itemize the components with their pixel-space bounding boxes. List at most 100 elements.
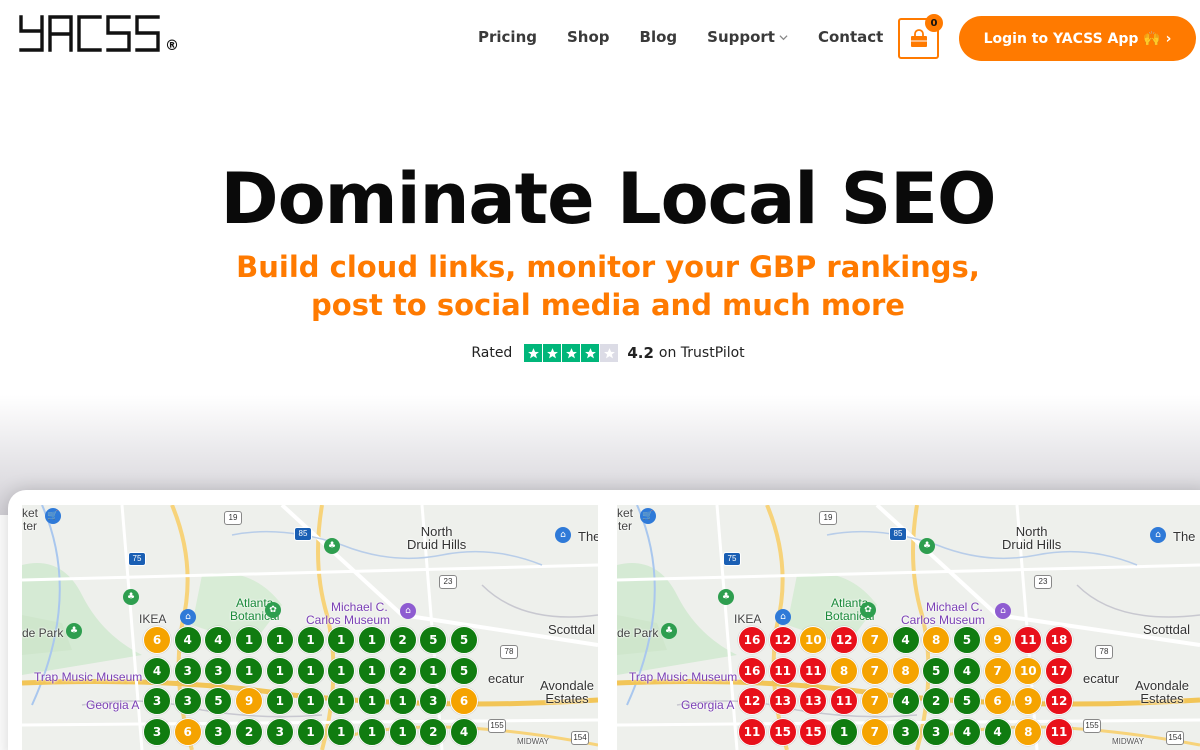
- rank-marker[interactable]: 3: [173, 687, 202, 716]
- rank-marker[interactable]: 7: [860, 626, 889, 654]
- rank-marker[interactable]: 8: [830, 656, 859, 685]
- rank-marker[interactable]: 11: [1045, 718, 1073, 747]
- rank-marker[interactable]: 1: [265, 687, 294, 716]
- rank-marker[interactable]: 12: [830, 626, 859, 654]
- rank-marker[interactable]: 9: [983, 626, 1012, 654]
- nav-contact-label: Contact: [817, 28, 884, 46]
- rank-marker[interactable]: 7: [860, 656, 889, 685]
- rank-marker[interactable]: 4: [891, 687, 920, 716]
- trustpilot-star-icon: [524, 344, 543, 362]
- rank-marker[interactable]: 6: [143, 626, 171, 654]
- rank-marker[interactable]: 8: [922, 626, 951, 654]
- nav-contact[interactable]: Contact: [818, 28, 883, 46]
- park-pin-icon: ♣: [661, 623, 677, 639]
- ranking-map-after[interactable]: ket ter North Druid Hills The Atlanta Botan…: [617, 505, 1200, 750]
- rank-marker[interactable]: 1: [296, 626, 325, 654]
- rank-marker[interactable]: 2: [388, 626, 417, 654]
- trustpilot-rating[interactable]: Rated 4.2 on TrustPilot: [0, 344, 1200, 362]
- rank-marker[interactable]: 11: [799, 656, 828, 685]
- map-label-north-druid-hills: North Druid Hills: [1002, 524, 1062, 552]
- map-label-carlos-museum: Carlos Museum: [901, 613, 986, 627]
- nav-blog[interactable]: Blog: [640, 28, 678, 46]
- login-app-button[interactable]: Login to YACSS App 🙌 ›: [959, 16, 1196, 61]
- rank-marker[interactable]: 1: [357, 718, 386, 747]
- map-label-scottdale: Scottdal: [1143, 622, 1190, 637]
- nav-shop-label: Shop: [566, 28, 610, 46]
- rank-marker[interactable]: 15: [768, 718, 797, 747]
- rank-marker[interactable]: 4: [891, 626, 920, 654]
- rank-marker[interactable]: 2: [388, 656, 417, 685]
- museum-pin-icon: ⌂: [400, 603, 416, 619]
- rank-marker[interactable]: 1: [388, 718, 417, 747]
- rank-marker[interactable]: 6: [983, 687, 1012, 716]
- rating-prefix: Rated: [471, 345, 513, 361]
- rank-marker[interactable]: 11: [768, 656, 797, 685]
- trustpilot-star-icon: [581, 344, 600, 362]
- rank-marker[interactable]: 3: [265, 718, 294, 747]
- rank-marker[interactable]: 6: [173, 718, 202, 747]
- map-label-carlos-museum: Carlos Museum: [306, 613, 391, 627]
- rank-marker[interactable]: 5: [450, 626, 478, 654]
- rank-marker[interactable]: 7: [860, 687, 889, 716]
- park-pin-icon: ♣: [324, 538, 340, 554]
- cart-button[interactable]: 0: [898, 14, 943, 59]
- map-label-the: The: [578, 529, 598, 544]
- rank-marker[interactable]: 5: [450, 656, 478, 685]
- rank-marker[interactable]: 7: [860, 718, 889, 747]
- rank-marker[interactable]: 1: [235, 626, 264, 654]
- map-label-de-park: de Park: [617, 626, 659, 640]
- rank-marker[interactable]: 4: [450, 718, 478, 747]
- rank-marker[interactable]: 1: [830, 718, 859, 747]
- rank-marker[interactable]: 3: [143, 718, 171, 747]
- nav-blog-label: Blog: [639, 28, 678, 46]
- rank-marker[interactable]: 18: [1045, 626, 1073, 654]
- logo-wordmark: [19, 15, 160, 52]
- rank-marker[interactable]: 3: [204, 656, 233, 685]
- rank-marker[interactable]: 3: [173, 656, 202, 685]
- museum-pin-icon: ⌂: [995, 603, 1011, 619]
- park-pin-icon: ♣: [919, 538, 935, 554]
- trustpilot-star-icon: [600, 344, 619, 362]
- rank-marker[interactable]: 4: [173, 626, 202, 654]
- route-23-shield: 23: [439, 575, 457, 589]
- rank-marker[interactable]: 1: [327, 656, 356, 685]
- route-154-shield: 154: [571, 731, 589, 745]
- rank-marker[interactable]: 5: [952, 626, 981, 654]
- rank-marker[interactable]: 2: [235, 718, 264, 747]
- rank-marker[interactable]: 17: [1045, 656, 1073, 685]
- rank-marker[interactable]: 16: [738, 656, 766, 685]
- map-label-market: ket ter: [617, 506, 634, 533]
- rank-marker[interactable]: 1: [235, 656, 264, 685]
- yacss-logo[interactable]: ®: [18, 14, 179, 54]
- rank-marker[interactable]: 12: [768, 626, 797, 654]
- rank-marker[interactable]: 7: [983, 656, 1012, 685]
- rank-marker[interactable]: 1: [357, 626, 386, 654]
- rank-marker[interactable]: 4: [952, 656, 981, 685]
- rank-marker[interactable]: 4: [952, 718, 981, 747]
- route-19-shield: 19: [819, 511, 837, 525]
- rank-marker[interactable]: 8: [891, 656, 920, 685]
- rank-marker[interactable]: 10: [1014, 656, 1043, 685]
- rank-marker[interactable]: 3: [891, 718, 920, 747]
- rank-marker[interactable]: 16: [738, 626, 766, 654]
- rank-marker[interactable]: 1: [265, 626, 294, 654]
- rank-marker[interactable]: 4: [983, 718, 1012, 747]
- rank-marker[interactable]: 1: [265, 656, 294, 685]
- rank-marker[interactable]: 13: [768, 687, 797, 716]
- rank-marker[interactable]: 5: [922, 656, 951, 685]
- rank-marker[interactable]: 1: [388, 687, 417, 716]
- rank-marker[interactable]: 1: [296, 656, 325, 685]
- rank-marker[interactable]: 11: [738, 718, 766, 747]
- rank-marker[interactable]: 1: [296, 718, 325, 747]
- nav-pricing[interactable]: Pricing: [478, 28, 537, 46]
- nav-shop[interactable]: Shop: [567, 28, 610, 46]
- route-78-shield: 78: [500, 645, 518, 659]
- rank-marker[interactable]: 1: [296, 687, 325, 716]
- ranking-map-before[interactable]: ket ter North Druid Hills The Atlanta Botan…: [22, 505, 598, 750]
- hero-subtitle-line2: post to social media and much more: [311, 288, 905, 322]
- rank-marker[interactable]: 4: [143, 656, 171, 685]
- rank-marker[interactable]: 1: [357, 656, 386, 685]
- rank-marker[interactable]: 1: [419, 656, 448, 685]
- nav-support[interactable]: Support: [707, 28, 788, 46]
- rank-marker[interactable]: 1: [327, 626, 356, 654]
